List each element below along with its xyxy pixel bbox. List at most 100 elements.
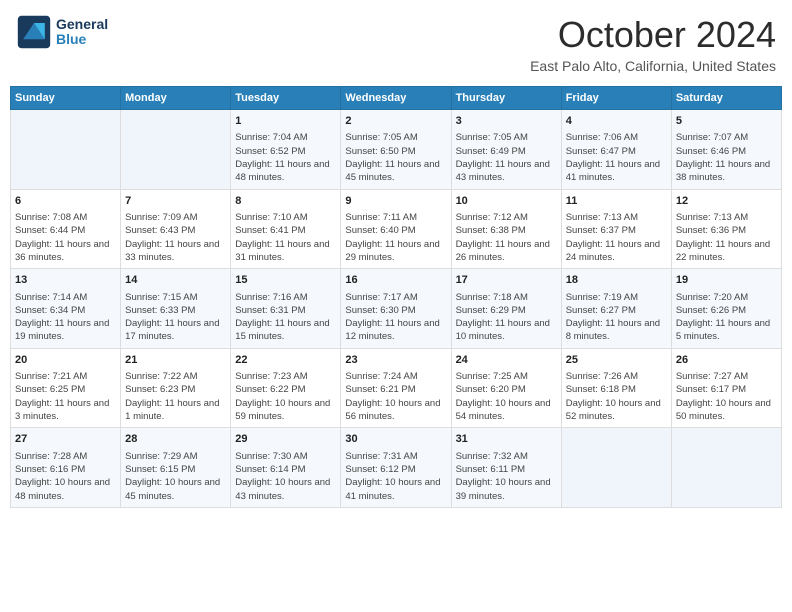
col-header-sunday: Sunday — [11, 87, 121, 110]
day-cell: 18 Sunrise: 7:19 AM Sunset: 6:27 PM Dayli… — [561, 269, 671, 349]
day-number: 10 — [456, 194, 557, 209]
logo: General Blue — [16, 14, 108, 50]
day-number: 15 — [235, 273, 336, 288]
day-cell: 17Sunrise: 7:18 AM Sunset: 6:29 PM Dayli… — [451, 269, 561, 349]
day-number: 24 — [456, 353, 557, 368]
day-cell: 2 Sunrise: 7:05 AM Sunset: 6:50 PM Daylig… — [341, 110, 451, 190]
day-info: Sunrise: 7:26 AM Sunset: 6:18 PM Dayligh… — [566, 370, 667, 423]
day-cell: 31Sunrise: 7:32 AM Sunset: 6:11 PM Dayli… — [451, 428, 561, 508]
day-info: Sunrise: 7:16 AM Sunset: 6:31 PM Dayligh… — [235, 291, 336, 344]
day-number: 25 — [566, 353, 667, 368]
day-cell: 27 Sunrise: 7:28 AM Sunset: 6:16 PM Dayli… — [11, 428, 121, 508]
logo-general: General — [56, 17, 108, 32]
col-header-tuesday: Tuesday — [231, 87, 341, 110]
day-number: 26 — [676, 353, 777, 368]
week-row-3: 13 Sunrise: 7:14 AM Sunset: 6:34 PM Dayli… — [11, 269, 782, 349]
logo-icon — [16, 14, 52, 50]
day-number: 2 — [345, 114, 446, 129]
day-cell: 10 Sunrise: 7:12 AM Sunset: 6:38 PM Dayli… — [451, 189, 561, 269]
day-number: 5 — [676, 114, 777, 129]
day-info: Sunrise: 7:04 AM Sunset: 6:52 PM Dayligh… — [235, 131, 336, 184]
day-info: Sunrise: 7:17 AM Sunset: 6:30 PM Dayligh… — [345, 291, 446, 344]
day-number: 12 — [676, 194, 777, 209]
day-number: 9 — [345, 194, 446, 209]
day-cell: 30Sunrise: 7:31 AM Sunset: 6:12 PM Dayli… — [341, 428, 451, 508]
week-row-2: 6Sunrise: 7:08 AM Sunset: 6:44 PM Daylig… — [11, 189, 782, 269]
col-header-monday: Monday — [121, 87, 231, 110]
day-number: 21 — [125, 353, 226, 368]
day-info: Sunrise: 7:05 AM Sunset: 6:50 PM Dayligh… — [345, 131, 446, 184]
day-info: Sunrise: 7:28 AM Sunset: 6:16 PM Dayligh… — [15, 450, 116, 503]
week-row-1: 1 Sunrise: 7:04 AM Sunset: 6:52 PM Daylig… — [11, 110, 782, 190]
day-info: Sunrise: 7:19 AM Sunset: 6:27 PM Dayligh… — [566, 291, 667, 344]
day-cell: 4 Sunrise: 7:06 AM Sunset: 6:47 PM Daylig… — [561, 110, 671, 190]
day-number: 29 — [235, 432, 336, 447]
day-cell: 29 Sunrise: 7:30 AM Sunset: 6:14 PM Dayli… — [231, 428, 341, 508]
col-header-saturday: Saturday — [671, 87, 781, 110]
day-cell: 28 Sunrise: 7:29 AM Sunset: 6:15 PM Dayli… — [121, 428, 231, 508]
day-info: Sunrise: 7:14 AM Sunset: 6:34 PM Dayligh… — [15, 291, 116, 344]
day-info: Sunrise: 7:11 AM Sunset: 6:40 PM Dayligh… — [345, 211, 446, 264]
day-number: 11 — [566, 194, 667, 209]
month-title: October 2024 — [530, 14, 776, 56]
col-header-thursday: Thursday — [451, 87, 561, 110]
day-info: Sunrise: 7:23 AM Sunset: 6:22 PM Dayligh… — [235, 370, 336, 423]
day-info: Sunrise: 7:15 AM Sunset: 6:33 PM Dayligh… — [125, 291, 226, 344]
day-cell: 20Sunrise: 7:21 AM Sunset: 6:25 PM Dayli… — [11, 348, 121, 428]
day-number: 22 — [235, 353, 336, 368]
day-number: 18 — [566, 273, 667, 288]
logo-blue: Blue — [56, 32, 108, 47]
day-info: Sunrise: 7:30 AM Sunset: 6:14 PM Dayligh… — [235, 450, 336, 503]
day-info: Sunrise: 7:20 AM Sunset: 6:26 PM Dayligh… — [676, 291, 777, 344]
page-header: General Blue October 2024 East Palo Alto… — [10, 10, 782, 78]
week-row-5: 27 Sunrise: 7:28 AM Sunset: 6:16 PM Dayli… — [11, 428, 782, 508]
day-info: Sunrise: 7:29 AM Sunset: 6:15 PM Dayligh… — [125, 450, 226, 503]
day-cell: 9 Sunrise: 7:11 AM Sunset: 6:40 PM Daylig… — [341, 189, 451, 269]
day-info: Sunrise: 7:27 AM Sunset: 6:17 PM Dayligh… — [676, 370, 777, 423]
day-info: Sunrise: 7:08 AM Sunset: 6:44 PM Dayligh… — [15, 211, 116, 264]
day-cell: 26 Sunrise: 7:27 AM Sunset: 6:17 PM Dayli… — [671, 348, 781, 428]
day-info: Sunrise: 7:09 AM Sunset: 6:43 PM Dayligh… — [125, 211, 226, 264]
day-info: Sunrise: 7:06 AM Sunset: 6:47 PM Dayligh… — [566, 131, 667, 184]
logo-text: General Blue — [56, 17, 108, 48]
day-number: 27 — [15, 432, 116, 447]
day-number: 17 — [456, 273, 557, 288]
day-cell: 19 Sunrise: 7:20 AM Sunset: 6:26 PM Dayli… — [671, 269, 781, 349]
day-cell: 1 Sunrise: 7:04 AM Sunset: 6:52 PM Daylig… — [231, 110, 341, 190]
day-info: Sunrise: 7:21 AM Sunset: 6:25 PM Dayligh… — [15, 370, 116, 423]
day-number: 1 — [235, 114, 336, 129]
day-cell: 13 Sunrise: 7:14 AM Sunset: 6:34 PM Dayli… — [11, 269, 121, 349]
calendar-table: SundayMondayTuesdayWednesdayThursdayFrid… — [10, 86, 782, 508]
day-cell: 3Sunrise: 7:05 AM Sunset: 6:49 PM Daylig… — [451, 110, 561, 190]
day-cell: 15 Sunrise: 7:16 AM Sunset: 6:31 PM Dayli… — [231, 269, 341, 349]
header-row: SundayMondayTuesdayWednesdayThursdayFrid… — [11, 87, 782, 110]
day-info: Sunrise: 7:22 AM Sunset: 6:23 PM Dayligh… — [125, 370, 226, 423]
day-info: Sunrise: 7:25 AM Sunset: 6:20 PM Dayligh… — [456, 370, 557, 423]
location: East Palo Alto, California, United State… — [530, 58, 776, 74]
day-number: 4 — [566, 114, 667, 129]
day-cell — [121, 110, 231, 190]
day-cell: 25 Sunrise: 7:26 AM Sunset: 6:18 PM Dayli… — [561, 348, 671, 428]
day-cell: 16 Sunrise: 7:17 AM Sunset: 6:30 PM Dayli… — [341, 269, 451, 349]
day-number: 16 — [345, 273, 446, 288]
day-info: Sunrise: 7:10 AM Sunset: 6:41 PM Dayligh… — [235, 211, 336, 264]
day-cell — [561, 428, 671, 508]
day-info: Sunrise: 7:05 AM Sunset: 6:49 PM Dayligh… — [456, 131, 557, 184]
day-cell — [11, 110, 121, 190]
col-header-wednesday: Wednesday — [341, 87, 451, 110]
day-cell: 24 Sunrise: 7:25 AM Sunset: 6:20 PM Dayli… — [451, 348, 561, 428]
day-cell: 12Sunrise: 7:13 AM Sunset: 6:36 PM Dayli… — [671, 189, 781, 269]
day-cell: 6Sunrise: 7:08 AM Sunset: 6:44 PM Daylig… — [11, 189, 121, 269]
day-info: Sunrise: 7:12 AM Sunset: 6:38 PM Dayligh… — [456, 211, 557, 264]
day-info: Sunrise: 7:13 AM Sunset: 6:37 PM Dayligh… — [566, 211, 667, 264]
day-cell: 7Sunrise: 7:09 AM Sunset: 6:43 PM Daylig… — [121, 189, 231, 269]
day-cell: 14Sunrise: 7:15 AM Sunset: 6:33 PM Dayli… — [121, 269, 231, 349]
day-info: Sunrise: 7:31 AM Sunset: 6:12 PM Dayligh… — [345, 450, 446, 503]
day-number: 19 — [676, 273, 777, 288]
day-number: 13 — [15, 273, 116, 288]
day-info: Sunrise: 7:32 AM Sunset: 6:11 PM Dayligh… — [456, 450, 557, 503]
day-cell — [671, 428, 781, 508]
day-cell: 5Sunrise: 7:07 AM Sunset: 6:46 PM Daylig… — [671, 110, 781, 190]
day-number: 28 — [125, 432, 226, 447]
day-info: Sunrise: 7:24 AM Sunset: 6:21 PM Dayligh… — [345, 370, 446, 423]
